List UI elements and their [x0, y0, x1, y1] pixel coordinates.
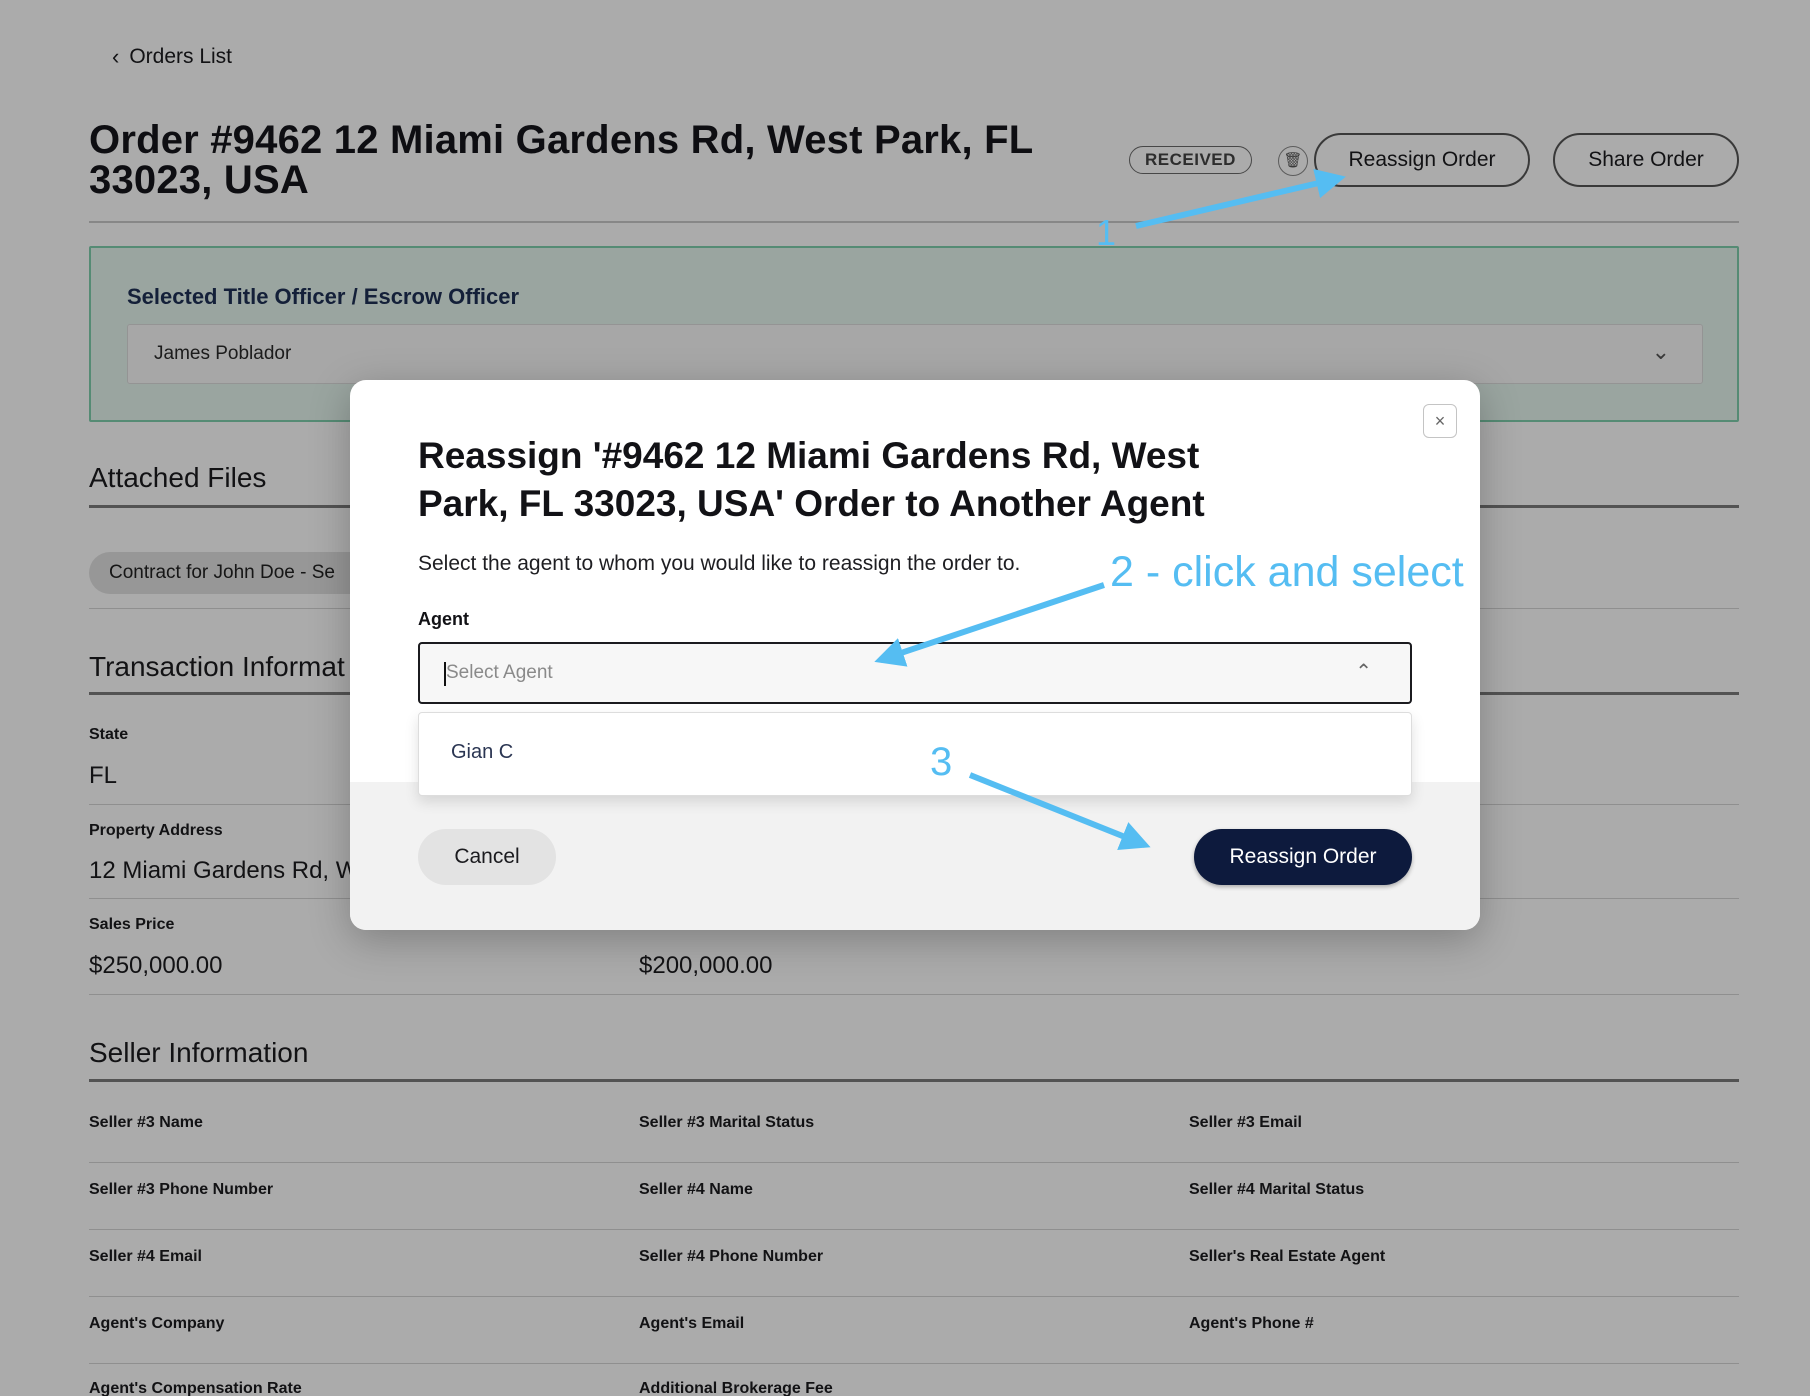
- annotation-step-1: 1: [1096, 212, 1117, 253]
- modal-description: Select the agent to whom you would like …: [418, 552, 1021, 575]
- modal-title: Reassign '#9462 12 Miami Gardens Rd, Wes…: [418, 435, 1205, 524]
- reassign-order-submit-button[interactable]: Reassign Order: [1194, 829, 1412, 885]
- agent-dropdown-menu: Gian C: [418, 712, 1412, 796]
- chevron-up-icon: ⌃: [1355, 661, 1372, 683]
- reassign-modal: × Reassign '#9462 12 Miami Gardens Rd, W…: [350, 380, 1480, 930]
- agent-select-placeholder: Select Agent: [446, 662, 553, 683]
- agent-field-label: Agent: [418, 609, 469, 629]
- annotation-step-2: 2 - click and select: [1110, 548, 1464, 596]
- cancel-button[interactable]: Cancel: [418, 829, 556, 885]
- agent-select[interactable]: Select Agent ⌃: [418, 642, 1412, 704]
- annotation-step-3: 3: [930, 740, 953, 784]
- agent-option[interactable]: Gian C: [451, 741, 513, 764]
- close-icon[interactable]: ×: [1423, 404, 1457, 438]
